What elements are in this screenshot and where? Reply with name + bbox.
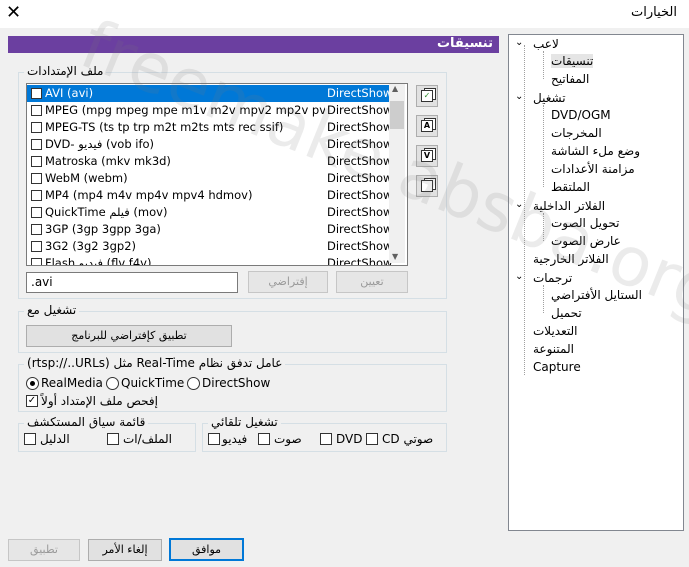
- list-item[interactable]: MP4 (mp4 m4v mp4v mpv4 hdmov) DirectShow: [27, 187, 392, 204]
- assign-button[interactable]: تعيين: [336, 271, 408, 293]
- radio-quicktime[interactable]: [106, 377, 119, 390]
- tree-item[interactable]: الستايل الأفتراضي: [551, 288, 642, 302]
- list-item[interactable]: 3GP (3gp 3gpp 3ga) DirectShow: [27, 221, 392, 238]
- audio-checkbox[interactable]: [258, 433, 270, 445]
- tree-item[interactable]: الفلاتر الخارجية: [533, 252, 609, 266]
- set-default-player-button[interactable]: تطبيق كإفتراضي للبرنامج: [26, 325, 232, 347]
- scroll-up-icon[interactable]: ▲: [392, 84, 398, 93]
- list-item[interactable]: 3G2 (3g2 3gp2) DirectShow: [27, 238, 392, 255]
- list-item[interactable]: QuickTime فيلم (mov) DirectShow: [27, 204, 392, 221]
- list-item[interactable]: MPEG (mpg mpeg mpe m1v m2v mpv2 mp2v pva…: [27, 102, 392, 119]
- autoplay-label: تشغيل تلقائي: [208, 415, 281, 429]
- tree-item[interactable]: المتنوعة: [533, 342, 574, 356]
- page-header: تنسيقات: [8, 36, 499, 53]
- tree-item[interactable]: تحميل: [551, 306, 582, 320]
- check-extension-first-label: إفحص ملف الإمتداد أولاً: [41, 394, 158, 408]
- select-video-button[interactable]: V: [416, 145, 438, 167]
- tree-item[interactable]: المفاتيح: [551, 72, 589, 86]
- close-icon[interactable]: ✕: [6, 2, 21, 23]
- radio-realmedia[interactable]: [26, 377, 39, 390]
- extension-field[interactable]: .avi: [26, 272, 238, 293]
- page-title: تنسيقات: [436, 36, 493, 51]
- cd-audio-checkbox[interactable]: [366, 433, 378, 445]
- expand-icon[interactable]: ⌄: [515, 91, 523, 102]
- radio-realmedia-label: RealMedia: [41, 376, 103, 390]
- expand-icon[interactable]: ⌄: [515, 199, 523, 210]
- audio-label: صوت: [274, 432, 302, 446]
- select-audio-button[interactable]: A: [416, 115, 438, 137]
- tree-item[interactable]: التعديلات: [533, 324, 578, 338]
- tree-item[interactable]: لاعب: [533, 37, 559, 51]
- list-item[interactable]: Matroska (mkv mk3d) DirectShow: [27, 153, 392, 170]
- expand-icon[interactable]: ⌄: [515, 271, 523, 282]
- tree-item[interactable]: تنسيقات: [551, 54, 594, 68]
- list-item[interactable]: DVD- فيديو (vob ifo) DirectShow: [27, 136, 392, 153]
- tree-item[interactable]: مزامنة الأعدادات: [551, 162, 635, 176]
- check-extension-first-checkbox[interactable]: ✓: [26, 395, 38, 407]
- select-all-button[interactable]: ✓: [416, 85, 438, 107]
- realtime-label: عامل تدفق نظام Real-Time مثل (rtsp://..U…: [24, 356, 286, 370]
- radio-directshow-label: DirectShow: [202, 376, 271, 390]
- directory-label: الدليل: [40, 432, 70, 446]
- list-item[interactable]: WebM (webm) DirectShow: [27, 170, 392, 187]
- title-bar: [0, 0, 689, 28]
- tree-item[interactable]: ترجمات: [533, 271, 572, 285]
- files-checkbox[interactable]: [107, 433, 119, 445]
- context-menu-label: قائمة سياق المستكشف: [24, 415, 149, 429]
- cd-audio-label: CD صوتي: [382, 432, 434, 446]
- extensions-list[interactable]: AVI (avi) DirectShow MPEG (mpg mpeg mpe m…: [26, 83, 408, 266]
- tree-item[interactable]: عارض الصوت: [551, 234, 621, 248]
- tree-item[interactable]: Capture: [533, 360, 581, 374]
- tree-item[interactable]: تحويل الصوت: [551, 216, 619, 230]
- scroll-down-icon[interactable]: ▼: [392, 252, 398, 261]
- radio-quicktime-label: QuickTime: [121, 376, 185, 390]
- directory-checkbox[interactable]: [24, 433, 36, 445]
- list-item[interactable]: MPEG-TS (ts tp trp m2t m2ts mts rec ssif…: [27, 119, 392, 136]
- ok-button[interactable]: موافق: [169, 538, 244, 561]
- radio-directshow[interactable]: [187, 377, 200, 390]
- deselect-all-button[interactable]: [416, 175, 438, 197]
- scrollbar-thumb[interactable]: [390, 101, 404, 129]
- list-item[interactable]: Flash فيديو (flv f4v) DirectShow: [27, 255, 392, 265]
- list-item[interactable]: AVI (avi) DirectShow: [27, 85, 392, 102]
- apply-button[interactable]: تطبيق: [8, 539, 80, 561]
- default-button[interactable]: إفتراضي: [248, 271, 328, 293]
- run-with-label: تشغيل مع: [24, 303, 80, 317]
- cancel-button[interactable]: إلغاء الأمر: [88, 539, 162, 561]
- expand-icon[interactable]: ⌄: [515, 37, 523, 48]
- options-tree[interactable]: ⌄ لاعب تنسيقات المفاتيح ⌄ تشغيل DVD/OGM …: [508, 34, 684, 531]
- tree-item[interactable]: الفلاتر الداخلية: [533, 199, 605, 213]
- files-label: الملف/ات: [123, 432, 172, 446]
- dvd-label: DVD: [336, 432, 363, 446]
- video-checkbox[interactable]: [208, 433, 220, 445]
- tree-item[interactable]: DVD/OGM: [551, 108, 611, 122]
- tree-item[interactable]: تشغيل: [533, 91, 566, 105]
- dvd-checkbox[interactable]: [320, 433, 332, 445]
- window-title: الخيارات: [631, 5, 677, 20]
- video-label: فيديو: [222, 432, 248, 446]
- extensions-group-label: ملف الإمتدادات: [24, 64, 107, 78]
- tree-item[interactable]: الملتقط: [551, 180, 590, 194]
- tree-item[interactable]: المخرجات: [551, 126, 602, 140]
- tree-item[interactable]: وضع ملء الشاشة: [551, 144, 640, 158]
